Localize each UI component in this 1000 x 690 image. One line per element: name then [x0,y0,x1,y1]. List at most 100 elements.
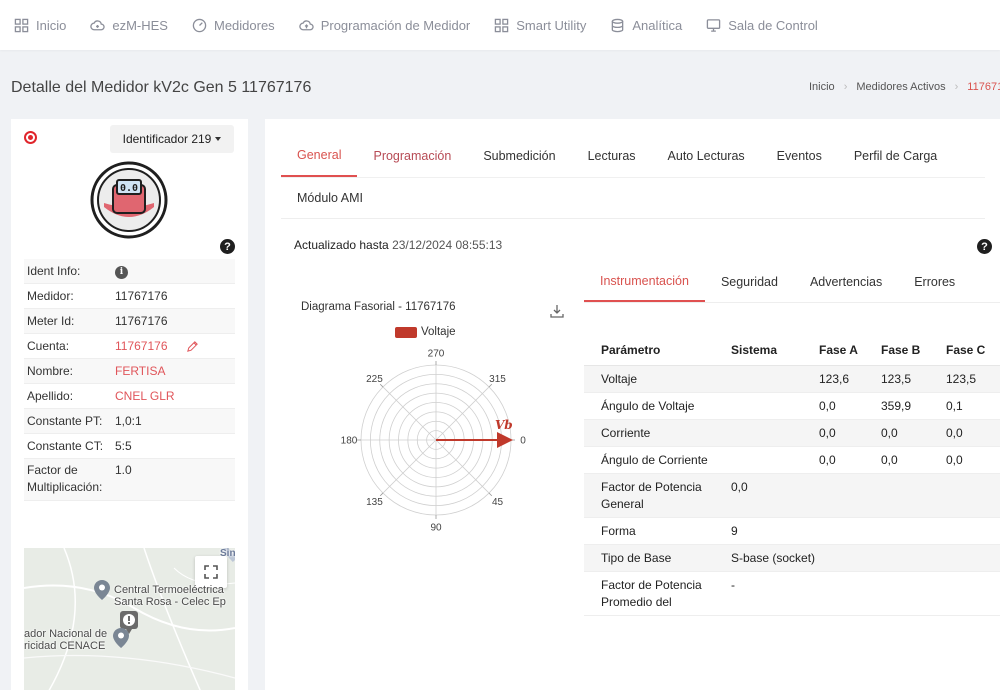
table-row: Ángulo de Corriente 0,0 0,0 0,0 [584,447,1000,474]
table-cell-sistema: - [731,578,735,592]
breadcrumb: Inicio › Medidores Activos › 11767176 [809,81,1000,93]
tab-eventos[interactable]: Eventos [761,134,838,177]
breadcrumb-item-current: 11767176 [967,81,1000,93]
info-label: Cuenta: [27,339,70,353]
polar-spoke [435,439,490,494]
table-cell-param: Ángulo de Corriente [601,453,708,467]
table-cell-param: Tipo de Base [601,551,672,565]
info-value: 1.0 [115,463,132,477]
caret-down-icon [215,137,222,141]
map-place-label: Central Termoeléctrica Santa Rosa - Cele… [114,584,226,608]
meter-detail-panel: General Programación Submedición Lectura… [265,119,1000,690]
table-cell-c: 123,5 [946,372,977,386]
tab-advertencias[interactable]: Advertencias [794,262,898,302]
polar-angle-label: 225 [366,374,383,385]
table-cell-b: 0,0 [881,426,898,440]
info-label: Ident Info: [27,264,81,278]
info-value[interactable]: FERTISA [115,364,235,378]
tab-auto-lecturas[interactable]: Auto Lecturas [652,134,761,177]
help-icon[interactable]: ? [977,239,992,254]
grid-icon [495,18,509,32]
polar-angle-label: 180 [341,436,358,447]
info-icon[interactable]: i [115,265,128,279]
info-label: Constante CT: [27,439,104,453]
tab-errores[interactable]: Errores [898,262,971,302]
download-icon[interactable] [549,303,565,319]
nav-item-sala-de-control[interactable]: Sala de Control [706,18,818,33]
info-label: Medidor: [27,289,74,303]
polar-angle-label: 90 [430,523,442,534]
polar-angle-label: 135 [366,497,383,508]
location-map[interactable]: Sin Central Termoeléctrica Santa Rosa - … [24,548,235,690]
table-cell-a [819,577,881,611]
breadcrumb-item-inicio[interactable]: Inicio [809,81,835,93]
table-cell-c [946,479,996,513]
info-value[interactable]: CNEL GLR [115,389,235,403]
meter-avatar-readout: 0.0 [119,183,139,194]
cuenta-link[interactable]: 11767176 [115,339,168,353]
cloud-upload-icon [298,19,314,30]
instrumentation-tabs: Instrumentación Seguridad Advertencias E… [584,262,1000,303]
tab-perfil-de-carga[interactable]: Perfil de Carga [838,134,953,177]
table-cell-b [881,523,946,540]
pencil-icon[interactable] [186,340,199,353]
tab-submedicion[interactable]: Submedición [467,134,571,177]
polar-tick [379,492,384,497]
instrumentation-table: Parámetro Sistema Fase A Fase B Fase C V… [584,324,1000,616]
table-cell-a: 0,0 [819,426,836,440]
phasor-polar-chart: 0 45 90 135 180 225 270 315 Vb [341,349,527,534]
table-cell-a [819,479,881,513]
table-row: Ángulo de Voltaje 0,0 359,9 0,1 [584,393,1000,420]
nav-item-ezm-hes[interactable]: ezM-HES [90,18,168,33]
info-value-cuenta: 11767176 [115,339,235,353]
table-cell-c [946,523,996,540]
nav-item-inicio[interactable]: Inicio [14,18,66,33]
monitor-icon [706,18,721,32]
breadcrumb-item-medidores-activos[interactable]: Medidores Activos [856,81,945,93]
info-value: 11767176 [115,289,168,303]
nav-item-label: Medidores [213,17,275,33]
column-header-fase-a: Fase A [819,343,858,357]
map-pin-icon[interactable] [112,627,130,649]
tab-instrumentacion[interactable]: Instrumentación [584,262,705,302]
info-row-apellido: Apellido: CNEL GLR [24,384,235,409]
table-cell-c: 0,1 [946,399,963,413]
tab-general[interactable]: General [281,134,358,177]
map-pin-icon[interactable] [93,579,111,601]
table-cell-c: 0,0 [946,426,963,440]
tab-seguridad[interactable]: Seguridad [705,262,794,302]
main-tabs: General Programación Submedición Lectura… [281,134,985,219]
nav-item-analitica[interactable]: Analítica [610,18,682,33]
table-cell-sistema [731,371,819,388]
nav-item-smart-utility[interactable]: Smart Utility [494,18,586,33]
column-header-parametro: Parámetro [601,343,661,357]
tab-programacion[interactable]: Programación [357,134,467,177]
meter-avatar-icon [90,161,168,239]
table-cell-a: 123,6 [819,372,850,386]
table-row: Voltaje 123,6 123,5 123,5 [584,366,1000,393]
info-value: 5:5 [115,439,132,453]
polar-angle-label: 270 [428,349,445,360]
tab-modulo-ami[interactable]: Módulo AMI [281,177,379,219]
polar-angle-label: 315 [489,374,506,385]
table-cell-a [819,550,881,567]
identifier-dropdown[interactable]: Identificador 219 [110,125,234,153]
chart-legend[interactable]: Voltaje [395,326,456,338]
info-value: 11767176 [115,314,168,328]
info-row-factor-multiplicacion: Factor de Multiplicación: 1.0 [24,459,235,501]
polar-spoke [435,386,490,441]
nav-item-label: Smart Utility [516,17,587,33]
table-row: Factor de Potencia Promedio del - [584,572,1000,616]
nav-item-medidores[interactable]: Medidores [192,18,275,33]
table-cell-param: Factor de Potencia General [601,480,702,511]
tab-lecturas[interactable]: Lecturas [572,134,652,177]
info-label: Nombre: [27,364,74,378]
table-row: Corriente 0,0 0,0 0,0 [584,420,1000,447]
table-cell-b: 0,0 [881,453,898,467]
legend-label: Voltaje [421,326,456,338]
meter-info-card: Identificador 219 0.0 ? Ident Info: i Me… [11,119,248,690]
nav-item-programacion[interactable]: Programación de Medidor [298,18,470,33]
info-value: i [115,263,235,279]
nav-item-label: ezM-HES [112,17,168,33]
help-icon[interactable]: ? [220,239,235,254]
